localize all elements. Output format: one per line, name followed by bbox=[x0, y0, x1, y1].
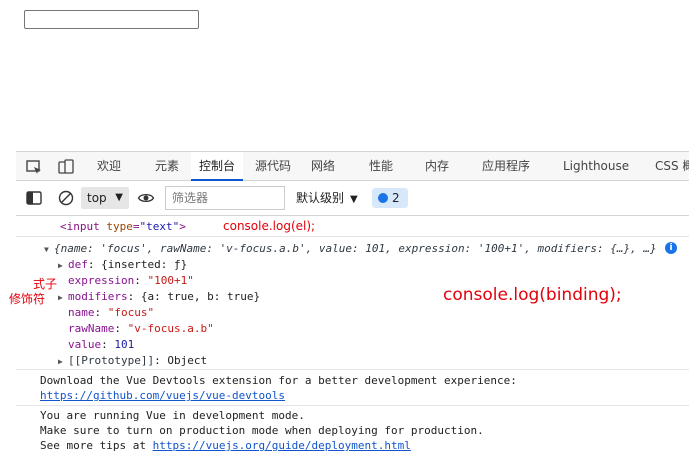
tab-memory[interactable]: 内存 bbox=[425, 152, 449, 180]
log-level-dropdown[interactable]: 默认级别 ▼ bbox=[296, 187, 358, 211]
sidebar-toggle-icon[interactable] bbox=[25, 189, 43, 207]
log-message: Download the Vue Devtools extension for … bbox=[40, 374, 517, 387]
binding-summary-text: {name: 'focus', rawName: 'v-focus.a.b', … bbox=[54, 242, 657, 255]
prop-value: 101 bbox=[114, 338, 135, 351]
tab-performance[interactable]: 性能 bbox=[369, 152, 393, 180]
inspect-element-icon[interactable] bbox=[25, 158, 43, 176]
expand-triangle-icon[interactable]: ▼ bbox=[44, 245, 54, 254]
prop-key: value bbox=[68, 338, 102, 351]
console-row-devmode: You are running Vue in development mode.… bbox=[16, 406, 689, 456]
text-input[interactable] bbox=[24, 10, 199, 29]
expand-triangle-icon[interactable]: ▶ bbox=[58, 261, 68, 270]
expand-triangle-icon[interactable]: ▶ bbox=[58, 293, 68, 302]
vue-devtools-link[interactable]: https://github.com/vuejs/vue-devtools bbox=[40, 389, 285, 402]
annotation-el: console.log(el); bbox=[223, 219, 316, 233]
tab-css-overview[interactable]: CSS 概 bbox=[655, 152, 689, 180]
prop-value: {inserted: ƒ} bbox=[101, 258, 188, 271]
prop-value: Object bbox=[167, 354, 208, 367]
prop-name: name: "focus" bbox=[68, 306, 155, 319]
console-row-devtools: Download the Vue Devtools extension for … bbox=[16, 370, 689, 406]
log-level-label: 默认级别 bbox=[296, 191, 345, 205]
context-selector[interactable]: top ▼ bbox=[81, 187, 129, 209]
tab-console[interactable]: 控制台 bbox=[191, 152, 244, 181]
live-expression-eye-icon[interactable] bbox=[137, 189, 155, 207]
prop-key: modifiers bbox=[68, 290, 128, 303]
expand-triangle-icon[interactable]: ▶ bbox=[58, 357, 68, 366]
log-message: Make sure to turn on production mode whe… bbox=[40, 424, 484, 437]
prop-value: {a: true, b: true} bbox=[140, 290, 261, 303]
annotation-binding: console.log(binding); bbox=[443, 285, 622, 305]
console-row-el: <input type="text"> bbox=[16, 216, 689, 237]
prop-rawname: rawName: "v-focus.a.b" bbox=[68, 322, 214, 335]
prop-key: [[Prototype]] bbox=[68, 354, 155, 367]
prop-prototype[interactable]: ▶ [[Prototype]]: Object bbox=[58, 354, 207, 367]
prop-value: "100+1" bbox=[147, 274, 194, 287]
tab-welcome[interactable]: 欢迎 bbox=[97, 152, 121, 180]
prop-value: "focus" bbox=[107, 306, 155, 319]
log-message: See more tips at https://vuejs.org/guide… bbox=[40, 439, 411, 452]
clear-console-icon[interactable] bbox=[57, 189, 75, 207]
console-toolbar: top ▼ 筛选器 默认级别 ▼ 2 bbox=[16, 181, 689, 216]
prop-key: def bbox=[68, 258, 88, 271]
attr-name: type bbox=[106, 220, 133, 233]
tab-elements[interactable]: 元素 bbox=[155, 152, 179, 180]
tab-sources[interactable]: 源代码 bbox=[255, 152, 291, 180]
prop-key: name bbox=[68, 306, 95, 319]
tab-lighthouse[interactable]: Lighthouse bbox=[563, 152, 629, 180]
deployment-guide-link[interactable]: https://vuejs.org/guide/deployment.html bbox=[153, 439, 411, 452]
prop-def[interactable]: ▶ def: {inserted: ƒ} bbox=[58, 258, 187, 271]
message-count-badge[interactable]: 2 bbox=[372, 188, 408, 208]
tab-application[interactable]: 应用程序 bbox=[482, 152, 530, 180]
prop-key: expression bbox=[68, 274, 135, 287]
info-icon[interactable]: i bbox=[665, 242, 677, 254]
prop-value-row: value: 101 bbox=[68, 338, 135, 351]
filter-input[interactable]: 筛选器 bbox=[165, 186, 285, 210]
log-message: You are running Vue in development mode. bbox=[40, 409, 305, 422]
attr-value: "text" bbox=[139, 220, 180, 233]
device-toolbar-icon[interactable] bbox=[57, 158, 75, 176]
prop-modifiers[interactable]: ▶ modifiers: {a: true, b: true} bbox=[58, 290, 260, 303]
message-icon bbox=[378, 193, 388, 203]
caret-down-icon: ▼ bbox=[115, 192, 123, 203]
devtools-tabbar: 欢迎 元素 控制台 源代码 网络 性能 内存 应用程序 Lighthouse C… bbox=[16, 151, 689, 181]
tag-close: > bbox=[179, 220, 186, 233]
tab-network[interactable]: 网络 bbox=[311, 152, 335, 180]
annotation-modifiers: 修饰符 bbox=[9, 292, 46, 306]
prop-expression: expression: "100+1" bbox=[68, 274, 194, 287]
log-prefix: See more tips at bbox=[40, 439, 153, 452]
message-count: 2 bbox=[392, 191, 400, 205]
context-label: top bbox=[87, 191, 107, 205]
prop-key: rawName bbox=[68, 322, 115, 335]
caret-down-icon: ▼ bbox=[350, 194, 358, 205]
tag-open: <input bbox=[60, 220, 107, 233]
element-output[interactable]: <input type="text"> bbox=[60, 220, 186, 233]
prop-value: "v-focus.a.b" bbox=[127, 322, 214, 335]
binding-summary[interactable]: ▼ {name: 'focus', rawName: 'v-focus.a.b',… bbox=[44, 242, 657, 255]
